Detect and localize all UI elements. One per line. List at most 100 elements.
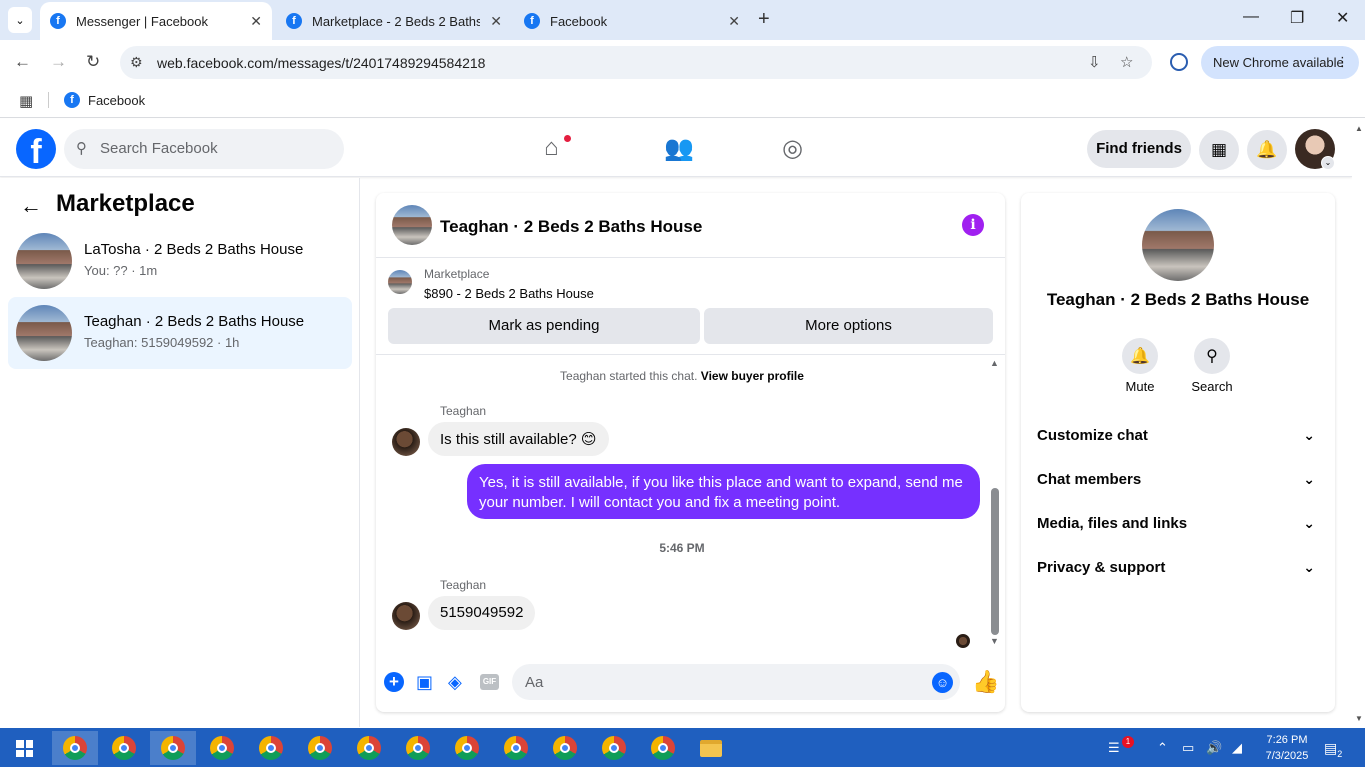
chat-title[interactable]: Teaghan · 2 Beds 2 Baths House xyxy=(440,217,702,237)
gif-icon[interactable]: GIF xyxy=(480,674,499,690)
new-tab-button[interactable]: + xyxy=(758,8,770,31)
file-explorer-icon[interactable] xyxy=(688,731,734,765)
message-bubble-incoming[interactable]: Is this still available? 😊 xyxy=(428,422,609,456)
scroll-down-icon[interactable]: ▼ xyxy=(990,636,999,646)
search-icon: ⚲ xyxy=(76,140,87,157)
scroll-thumb[interactable] xyxy=(991,488,999,635)
chrome-taskbar-icon[interactable] xyxy=(248,731,294,765)
groups-icon[interactable]: ◎ xyxy=(782,134,803,163)
emoji-icon[interactable]: ☺ xyxy=(932,672,953,693)
sticker-icon[interactable]: ◈ xyxy=(448,672,462,693)
close-tab-icon[interactable]: ✕ xyxy=(728,13,740,30)
windows-start-icon[interactable] xyxy=(16,740,33,757)
conversation-item-latosha[interactable]: LaTosha · 2 Beds 2 Baths House You: ?? ·… xyxy=(8,225,352,297)
chrome-icon xyxy=(406,736,430,760)
mark-as-pending-button[interactable]: Mark as pending xyxy=(388,308,700,344)
restore-button[interactable]: ❐ xyxy=(1290,8,1304,28)
chrome-icon xyxy=(259,736,283,760)
network-icon[interactable]: ◢ xyxy=(1232,740,1242,756)
info-icon[interactable]: i xyxy=(962,214,984,236)
message-input[interactable]: Aa xyxy=(512,664,960,700)
conversation-item-teaghan[interactable]: Teaghan · 2 Beds 2 Baths House Teaghan: … xyxy=(8,297,352,369)
back-arrow-icon[interactable]: ← xyxy=(20,193,42,219)
media-files-links-row[interactable]: Media, files and links ⌄ xyxy=(1037,515,1319,545)
scroll-up-icon[interactable]: ▲ xyxy=(990,358,999,368)
chrome-taskbar-icon[interactable] xyxy=(101,731,147,765)
privacy-support-row[interactable]: Privacy & support ⌄ xyxy=(1037,559,1319,589)
message-bubble-incoming[interactable]: 5159049592 xyxy=(428,596,536,630)
chrome-taskbar-icon[interactable] xyxy=(150,731,196,765)
system-clock[interactable]: 7:26 PM 7/3/2025 xyxy=(1258,732,1316,764)
kebab-menu-icon[interactable]: ⋮ xyxy=(1336,54,1349,70)
omnibox[interactable]: ⚙ web.facebook.com/messages/t/2401748929… xyxy=(120,46,1152,79)
url-text[interactable]: web.facebook.com/messages/t/240174892945… xyxy=(157,55,485,71)
search-icon[interactable]: ⚲ xyxy=(1194,338,1230,374)
chrome-taskbar-icon[interactable] xyxy=(493,731,539,765)
scroll-up-icon[interactable]: ▲ xyxy=(1355,124,1363,133)
chrome-taskbar-icon[interactable] xyxy=(297,731,343,765)
bookmark-star-icon[interactable]: ☆ xyxy=(1120,53,1133,71)
listing-thumbnail xyxy=(388,270,412,294)
forward-button[interactable]: → xyxy=(50,52,67,72)
more-options-button[interactable]: More options xyxy=(704,308,993,344)
avatar[interactable] xyxy=(392,602,420,630)
thumbs-up-icon[interactable]: 👍 xyxy=(972,669,999,695)
notifications-bell-icon[interactable]: 🔔 xyxy=(1247,130,1287,170)
chat-started-notice: Teaghan started this chat. View buyer pr… xyxy=(560,369,804,383)
chrome-icon xyxy=(504,736,528,760)
chrome-taskbar-icon[interactable] xyxy=(591,731,637,765)
facebook-logo-icon[interactable]: f xyxy=(16,129,56,169)
battery-icon[interactable]: ▭ xyxy=(1182,740,1194,756)
tab-messenger[interactable]: f Messenger | Facebook ✕ xyxy=(40,2,272,40)
chat-avatar[interactable] xyxy=(392,205,432,245)
plus-icon[interactable]: + xyxy=(384,672,404,692)
photo-icon[interactable]: ▣ xyxy=(416,672,433,693)
customize-chat-row[interactable]: Customize chat ⌄ xyxy=(1037,427,1319,457)
page-title: Marketplace xyxy=(56,190,195,217)
show-hidden-icons-icon[interactable]: ⌃ xyxy=(1157,740,1168,756)
message-bubble-outgoing[interactable]: Yes, it is still available, if you like … xyxy=(467,464,980,519)
close-tab-icon[interactable]: ✕ xyxy=(250,13,262,30)
menu-grid-icon[interactable]: ▦ xyxy=(1199,130,1239,170)
chat-scrollbar[interactable]: ▲ ▼ xyxy=(990,358,1002,650)
bookmark-facebook[interactable]: f Facebook xyxy=(64,92,145,108)
avatar[interactable] xyxy=(392,428,420,456)
chrome-taskbar-icon[interactable] xyxy=(395,731,441,765)
find-friends-button[interactable]: Find friends xyxy=(1087,130,1191,168)
chrome-taskbar-icon[interactable] xyxy=(199,731,245,765)
view-buyer-profile-link[interactable]: View buyer profile xyxy=(701,369,804,383)
new-chrome-button[interactable]: New Chrome available ⋮ xyxy=(1201,46,1359,79)
seen-indicator-avatar xyxy=(956,634,970,648)
chrome-taskbar-icon[interactable] xyxy=(444,731,490,765)
tab-marketplace[interactable]: f Marketplace - 2 Beds 2 Baths H ✕ xyxy=(276,2,512,40)
chrome-taskbar-icon[interactable] xyxy=(542,731,588,765)
profile-avatar[interactable] xyxy=(1142,209,1214,281)
close-window-button[interactable]: ✕ xyxy=(1336,8,1349,28)
profile-icon[interactable] xyxy=(1170,53,1188,71)
chrome-taskbar-icon[interactable] xyxy=(640,731,686,765)
tab-facebook[interactable]: f Facebook ✕ xyxy=(514,2,750,40)
install-app-icon[interactable]: ⇩ xyxy=(1088,53,1101,71)
notification-center-icon[interactable]: ▤2 xyxy=(1324,740,1342,759)
chrome-taskbar-icon[interactable] xyxy=(52,731,98,765)
apps-grid-icon[interactable]: ▦ xyxy=(19,92,33,110)
minimize-button[interactable]: — xyxy=(1243,8,1259,26)
close-tab-icon[interactable]: ✕ xyxy=(490,13,502,30)
mute-label: Mute xyxy=(1125,379,1155,394)
tray-app-icon[interactable]: ☰ xyxy=(1108,740,1120,756)
reload-button[interactable]: ↻ xyxy=(86,52,100,72)
tab-search-button[interactable]: ⌄ xyxy=(8,7,32,33)
site-info-icon[interactable]: ⚙ xyxy=(130,54,143,71)
listing-title[interactable]: $890 - 2 Beds 2 Baths House xyxy=(424,286,594,301)
facebook-search-input[interactable]: ⚲ Search Facebook xyxy=(64,129,344,169)
chat-members-row[interactable]: Chat members ⌄ xyxy=(1037,471,1319,501)
home-icon[interactable]: ⌂ xyxy=(544,134,559,162)
friends-icon[interactable]: 👥 xyxy=(664,134,694,163)
chevron-down-icon[interactable]: ⌄ xyxy=(1321,156,1335,170)
page-scrollbar[interactable]: ▲ ▼ xyxy=(1352,119,1365,727)
chrome-taskbar-icon[interactable] xyxy=(346,731,392,765)
scroll-down-icon[interactable]: ▼ xyxy=(1355,714,1363,723)
volume-icon[interactable]: 🔊 xyxy=(1206,740,1222,756)
back-button[interactable]: ← xyxy=(14,52,31,72)
bell-icon[interactable]: 🔔 xyxy=(1122,338,1158,374)
